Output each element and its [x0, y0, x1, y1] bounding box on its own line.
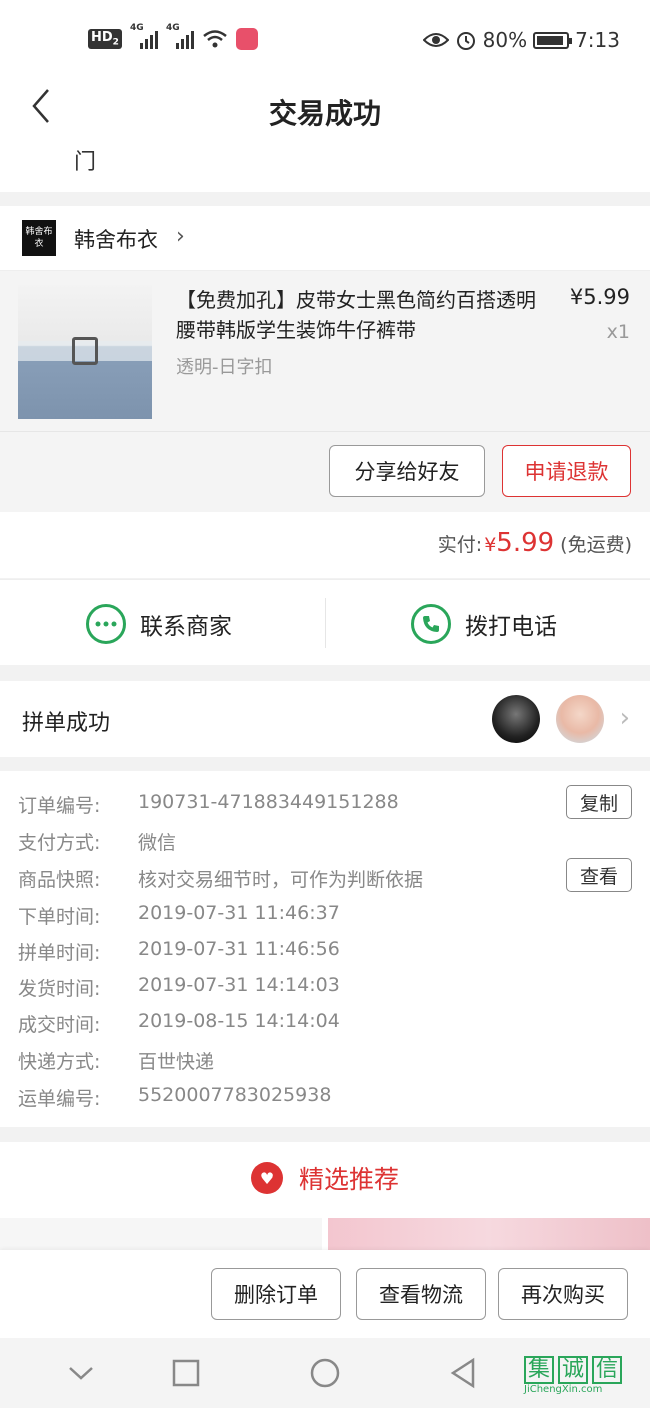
rebuy-button[interactable]: 再次购买	[498, 1268, 628, 1320]
heart-icon: ♥	[250, 1162, 283, 1194]
shop-header[interactable]: 韩舍布衣 韩舍布衣 ›	[0, 206, 650, 270]
status-left: HD2 4G 4G	[88, 23, 258, 50]
shop-logo: 韩舍布衣	[22, 220, 56, 256]
payment-row: 实付: ¥ 5.99 (免运费)	[438, 528, 632, 558]
battery-percent: 80%	[482, 28, 528, 52]
recommend-images	[0, 1218, 650, 1252]
detail-row-courier: 快递方式: 百世快递	[18, 1051, 215, 1073]
detail-row-order-number: 订单编号: 190731-471883449151288	[18, 791, 399, 817]
contact-merchant-label: 联系商家	[140, 614, 232, 640]
product-spec: 透明-日字扣	[176, 357, 273, 378]
payment-label: 实付:	[437, 534, 483, 556]
shop-name: 韩舍布衣	[74, 228, 158, 252]
status-bar: HD2 4G 4G 80% 7:13	[0, 0, 650, 80]
page-title: 交易成功	[268, 97, 381, 130]
watermark-logo: 集诚信	[524, 1356, 642, 1384]
home-icon[interactable]	[308, 1356, 342, 1390]
divider	[325, 598, 326, 648]
recommend-header: ♥ 精选推荐	[0, 1142, 650, 1218]
alarm-icon	[456, 32, 475, 50]
hd-badge: HD2	[88, 29, 122, 49]
payment-note: (免运费)	[560, 534, 632, 556]
detail-row-deal-time: 成交时间: 2019-08-15 14:14:04	[18, 1010, 340, 1036]
refund-button[interactable]: 申请退款	[502, 445, 631, 497]
bottom-action-bar: 删除订单 查看物流 再次购买	[0, 1250, 650, 1338]
recommend-item-image[interactable]	[328, 1218, 650, 1252]
share-button[interactable]: 分享给好友	[329, 445, 485, 497]
detail-row-payment-method: 支付方式: 微信	[18, 832, 177, 854]
detail-row-snapshot: 商品快照: 核对交易细节时，可作为判断依据	[18, 869, 424, 891]
payment-amount: 5.99	[496, 528, 555, 558]
product-title[interactable]: 【免费加孔】皮带女士黑色简约百搭透明腰带韩版学生装饰牛仔裤带	[176, 285, 546, 345]
chat-icon	[86, 604, 126, 644]
avatar	[492, 695, 540, 743]
call-phone-label: 拨打电话	[465, 614, 557, 640]
contact-merchant-button[interactable]: 联系商家	[86, 604, 232, 644]
chevron-right-icon: ›	[619, 703, 630, 733]
payment-currency: ¥	[484, 534, 497, 556]
recommend-title-row: ♥ 精选推荐	[0, 1160, 650, 1196]
divider	[0, 431, 650, 432]
detail-row-order-time: 下单时间: 2019-07-31 11:46:37	[18, 902, 340, 928]
status-right: 80% 7:13	[422, 28, 620, 52]
chevron-right-icon: ›	[176, 224, 185, 249]
detail-row-ship-time: 发货时间: 2019-07-31 14:14:03	[18, 974, 340, 1000]
nav-bar: 交易成功 门	[0, 80, 650, 192]
watermark: 集诚信 JiChengXin.com	[524, 1356, 642, 1404]
phone-icon	[411, 604, 451, 644]
group-buy-row[interactable]: 拼单成功 ›	[0, 681, 650, 757]
detail-row-group-time: 拼单时间: 2019-07-31 11:46:56	[18, 938, 340, 964]
delete-order-button[interactable]: 删除订单	[211, 1268, 341, 1320]
contact-bar: 联系商家 拨打电话	[0, 579, 650, 665]
recommend-item-image[interactable]	[0, 1218, 322, 1252]
wifi-icon	[203, 30, 227, 48]
copy-button[interactable]: 复制	[566, 785, 632, 819]
avatar	[556, 695, 604, 743]
recent-apps-icon[interactable]	[169, 1356, 203, 1390]
app-notification-icon	[235, 28, 258, 50]
signal-icon: 4G	[166, 23, 194, 49]
back-triangle-icon[interactable]	[446, 1356, 480, 1390]
recommend-title: 精选推荐	[298, 1165, 399, 1194]
order-details: 订单编号: 190731-471883449151288 复制 支付方式: 微信 商…	[0, 771, 650, 1127]
page-subtitle: 门	[74, 150, 97, 175]
product-price: ¥5.99	[569, 285, 630, 309]
view-snapshot-button[interactable]: 查看	[566, 858, 632, 892]
watermark-url: JiChengXin.com	[524, 1384, 603, 1395]
eye-icon	[422, 33, 449, 47]
view-logistics-button[interactable]: 查看物流	[356, 1268, 486, 1320]
payment-summary: 实付: ¥ 5.99 (免运费)	[0, 512, 650, 578]
signal-icon: 4G	[130, 23, 158, 49]
group-buy-label: 拼单成功	[22, 711, 111, 736]
product-quantity: x1	[606, 321, 630, 343]
battery-icon	[533, 31, 573, 49]
call-phone-button[interactable]: 拨打电话	[411, 604, 557, 644]
clock: 7:13	[575, 28, 620, 52]
product-image[interactable]	[18, 285, 152, 419]
chevron-down-icon[interactable]	[64, 1356, 98, 1390]
product-card: 【免费加孔】皮带女士黑色简约百搭透明腰带韩版学生装饰牛仔裤带 ¥5.99 x1 …	[0, 270, 650, 512]
detail-row-waybill: 运单编号: 5520007783025938	[18, 1084, 332, 1110]
